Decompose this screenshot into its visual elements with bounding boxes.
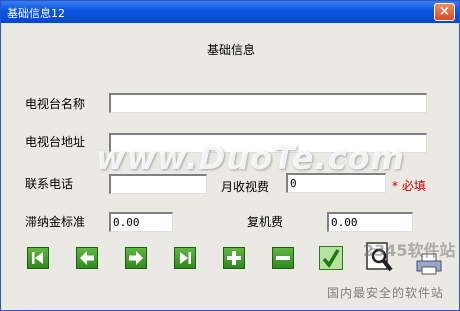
station-address-label: 电视台地址 — [25, 135, 86, 149]
window-title: 基础信息12 — [7, 7, 65, 20]
brand-watermark-slogan: 国内最安全的软件站 — [327, 286, 445, 300]
plus-icon — [227, 251, 241, 265]
confirm-button[interactable] — [319, 246, 343, 270]
checkmark-icon — [322, 249, 340, 269]
add-record-button[interactable] — [223, 247, 245, 269]
contact-phone-label: 联系电话 — [25, 177, 74, 191]
title-bar[interactable]: 基础信息12 × — [1, 1, 459, 23]
required-note: * 必填 — [392, 179, 426, 193]
late-fee-label: 滞纳金标准 — [25, 215, 86, 229]
brand-watermark-logo: 2345软件站 — [363, 241, 456, 260]
delete-record-button[interactable] — [272, 247, 294, 269]
restart-fee-field[interactable]: 0.00 — [327, 212, 413, 232]
arrow-right-icon — [129, 251, 143, 265]
watermark-text: www.DuoTe.com — [96, 139, 405, 177]
form-heading: 基础信息 — [206, 43, 255, 57]
app-window: 基础信息12 × 基础信息 电视台名称 电视台地址 联系电话 月收视费 0 * … — [0, 0, 460, 311]
arrow-left-icon — [80, 251, 94, 265]
late-fee-field[interactable]: 0.00 — [109, 212, 173, 232]
station-name-label: 电视台名称 — [25, 97, 86, 111]
last-record-icon — [180, 252, 191, 264]
minus-icon — [276, 256, 290, 260]
last-record-button[interactable] — [174, 247, 196, 269]
first-record-icon — [32, 252, 43, 264]
previous-record-button[interactable] — [76, 247, 98, 269]
contact-phone-field[interactable] — [109, 174, 207, 194]
close-button[interactable]: × — [434, 3, 455, 21]
next-record-button[interactable] — [125, 247, 147, 269]
monthly-fee-label: 月收视费 — [221, 180, 270, 194]
restart-fee-label: 复机费 — [247, 215, 284, 229]
station-name-field[interactable] — [109, 93, 427, 113]
first-record-button[interactable] — [27, 247, 49, 269]
